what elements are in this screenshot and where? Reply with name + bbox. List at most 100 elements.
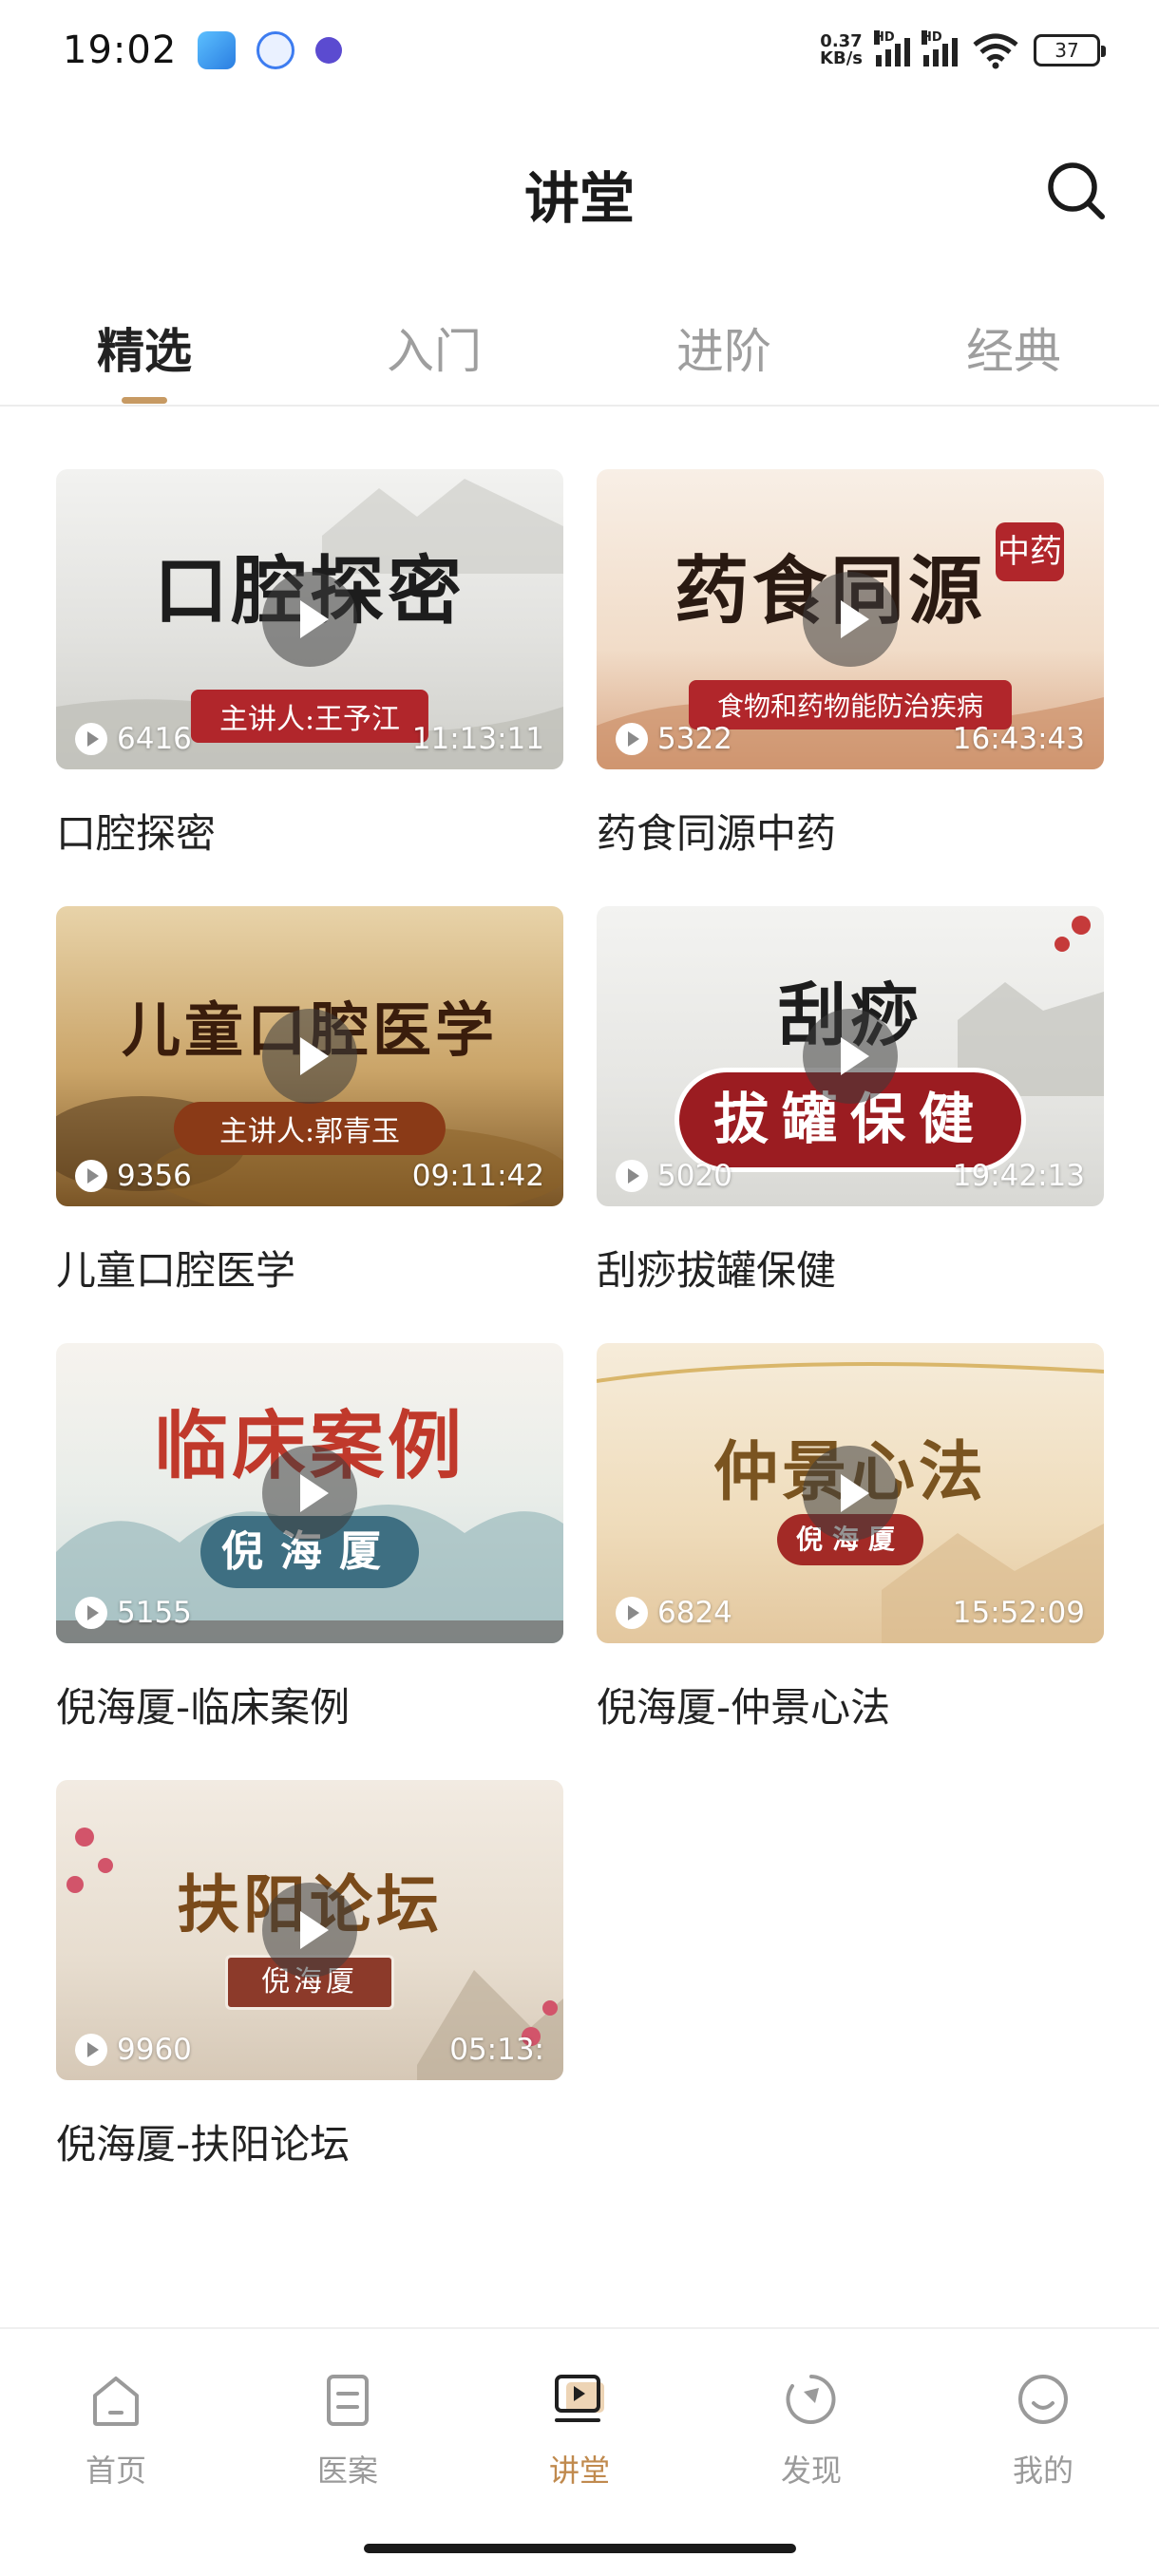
play-icon[interactable]: [262, 1446, 357, 1541]
view-count: 6416: [75, 722, 192, 756]
course-thumbnail[interactable]: 刮痧 拔罐保健 5020 19:42:13: [597, 906, 1104, 1206]
course-title[interactable]: 倪海厦-扶阳论坛: [56, 2112, 563, 2170]
status-right: 0.37 KB/s HD HD 37: [820, 29, 1106, 69]
view-count-value: 5020: [657, 1159, 732, 1193]
nav-label: 首页: [85, 2453, 146, 2489]
thumbnail-meta: 9960 05:13:: [75, 2033, 544, 2067]
thumbnail-meta: 5155: [75, 1596, 544, 1630]
nav-item-profile[interactable]: 我的: [967, 2367, 1119, 2491]
hd-label: HD: [922, 29, 942, 45]
nav-label: 发现: [780, 2453, 842, 2489]
course-thumbnail[interactable]: 口腔探密 主讲人:王予江 6416 11:13:11: [56, 469, 563, 769]
view-count-value: 5155: [117, 1596, 192, 1630]
play-count-icon: [616, 1597, 648, 1629]
net-speed-unit: KB/s: [820, 47, 863, 68]
net-speed-value: 0.37: [820, 30, 863, 51]
course-thumbnail[interactable]: 仲景心法 倪海厦 6824 15:52:09: [597, 1343, 1104, 1643]
status-left: 19:02: [63, 28, 343, 72]
view-count: 9356: [75, 1159, 192, 1193]
course-thumbnail[interactable]: 儿童口腔医学 主讲人:郭青玉 9356 09:11:42: [56, 906, 563, 1206]
signal-strength-icon: HD: [874, 29, 910, 66]
duration: 05:13:: [449, 2033, 544, 2067]
course-thumbnail[interactable]: 药食同源 中药 食物和药物能防治疾病 5322 16:43:43: [597, 469, 1104, 769]
duration: 19:42:13: [952, 1159, 1085, 1193]
nav-label: 我的: [1012, 2453, 1074, 2489]
nav-item-home[interactable]: 首页: [40, 2367, 192, 2491]
hd-label: HD: [874, 29, 895, 45]
view-count: 6824: [616, 1596, 732, 1630]
view-count-value: 6416: [117, 722, 192, 756]
weather-app-icon: [198, 30, 237, 69]
home-indicator[interactable]: [364, 2544, 796, 2553]
view-count: 9960: [75, 2033, 192, 2067]
thumbnail-meta: 6416 11:13:11: [75, 722, 544, 756]
nav-item-cases[interactable]: 医案: [272, 2367, 424, 2491]
play-count-icon: [75, 723, 107, 755]
header: 讲堂: [0, 133, 1159, 247]
course-thumbnail[interactable]: 扶阳论坛 倪海厦 9960 05:13:: [56, 1780, 563, 2080]
tab-featured[interactable]: 精选: [49, 313, 239, 404]
page-title: 讲堂: [523, 166, 635, 231]
notification-dot-icon: [315, 36, 343, 64]
compass-icon: [786, 2375, 836, 2424]
net-speed: 0.37 KB/s: [820, 30, 863, 68]
play-icon[interactable]: [262, 1883, 357, 1978]
thumbnail-meta: 5322 16:43:43: [616, 722, 1085, 756]
course-title[interactable]: 药食同源中药: [597, 802, 1104, 860]
bottom-navigation: 首页 医案 讲堂 发现 我的: [0, 2327, 1159, 2576]
course-thumbnail[interactable]: 临床案例 倪海厦 5155: [56, 1343, 563, 1643]
view-count: 5155: [75, 1596, 192, 1630]
course-title[interactable]: 口腔探密: [56, 802, 563, 860]
view-count-value: 9356: [117, 1159, 192, 1193]
course-card[interactable]: 儿童口腔医学 主讲人:郭青玉 9356 09:11:42 儿童口腔医学: [56, 906, 563, 1297]
status-time: 19:02: [63, 28, 178, 72]
nav-item-lecture[interactable]: 讲堂: [504, 2367, 656, 2491]
course-title[interactable]: 刮痧拔罐保健: [597, 1239, 1104, 1297]
view-count: 5020: [616, 1159, 732, 1193]
duration: 09:11:42: [411, 1159, 544, 1193]
wifi-icon: [973, 33, 1018, 68]
course-title[interactable]: 儿童口腔医学: [56, 1239, 563, 1297]
course-card[interactable]: 药食同源 中药 食物和药物能防治疾病 5322 16:43:43 药食同源中药: [597, 469, 1104, 860]
play-count-icon: [616, 1160, 648, 1192]
play-count-icon: [75, 1597, 107, 1629]
tab-beginner[interactable]: 入门: [339, 313, 529, 382]
tab-advanced[interactable]: 进阶: [629, 313, 819, 382]
thumbnail-badge: 中药: [996, 522, 1064, 581]
thumbnail-meta: 6824 15:52:09: [616, 1596, 1085, 1630]
document-icon: [327, 2375, 369, 2426]
view-count-value: 6824: [657, 1596, 732, 1630]
play-icon[interactable]: [803, 1009, 898, 1104]
play-icon[interactable]: [803, 572, 898, 667]
tab-label: 精选: [97, 324, 192, 379]
thumbnail-meta: 5020 19:42:13: [616, 1159, 1085, 1193]
course-card[interactable]: 临床案例 倪海厦 5155 倪海厦-临床案例: [56, 1343, 563, 1733]
thumbnail-subtitle: 主讲人:郭青玉: [173, 1102, 446, 1155]
video-lesson-icon: [555, 2375, 604, 2422]
cloud-app-icon: [256, 30, 295, 69]
view-count-value: 5322: [657, 722, 732, 756]
signal-strength-icon: HD: [922, 29, 958, 66]
tab-label: 入门: [387, 324, 482, 379]
battery-level: 37: [1054, 38, 1079, 62]
search-icon[interactable]: [1043, 158, 1110, 224]
play-icon[interactable]: [262, 572, 357, 667]
home-icon: [93, 2377, 139, 2426]
play-count-icon: [75, 1160, 107, 1192]
tab-classic[interactable]: 经典: [919, 313, 1109, 382]
course-card[interactable]: 扶阳论坛 倪海厦 9960 05:13: 倪海厦-扶阳论坛: [56, 1780, 563, 2170]
battery-icon: 37: [1034, 33, 1106, 66]
nav-label: 医案: [316, 2453, 378, 2489]
play-icon[interactable]: [803, 1446, 898, 1541]
course-card[interactable]: 仲景心法 倪海厦 6824 15:52:09 倪海厦-仲景心法: [597, 1343, 1104, 1733]
course-card[interactable]: 口腔探密 主讲人:王予江 6416 11:13:11 口腔探密: [56, 469, 563, 860]
duration: 11:13:11: [411, 722, 544, 756]
nav-item-discover[interactable]: 发现: [735, 2367, 887, 2491]
tab-label: 经典: [966, 324, 1061, 379]
course-card[interactable]: 刮痧 拔罐保健 5020 19:42:13 刮痧拔罐保健: [597, 906, 1104, 1297]
play-icon[interactable]: [262, 1009, 357, 1104]
thumbnail-meta: 9356 09:11:42: [75, 1159, 544, 1193]
course-title[interactable]: 倪海厦-临床案例: [56, 1676, 563, 1733]
course-title[interactable]: 倪海厦-仲景心法: [597, 1676, 1104, 1733]
duration: 16:43:43: [952, 722, 1085, 756]
